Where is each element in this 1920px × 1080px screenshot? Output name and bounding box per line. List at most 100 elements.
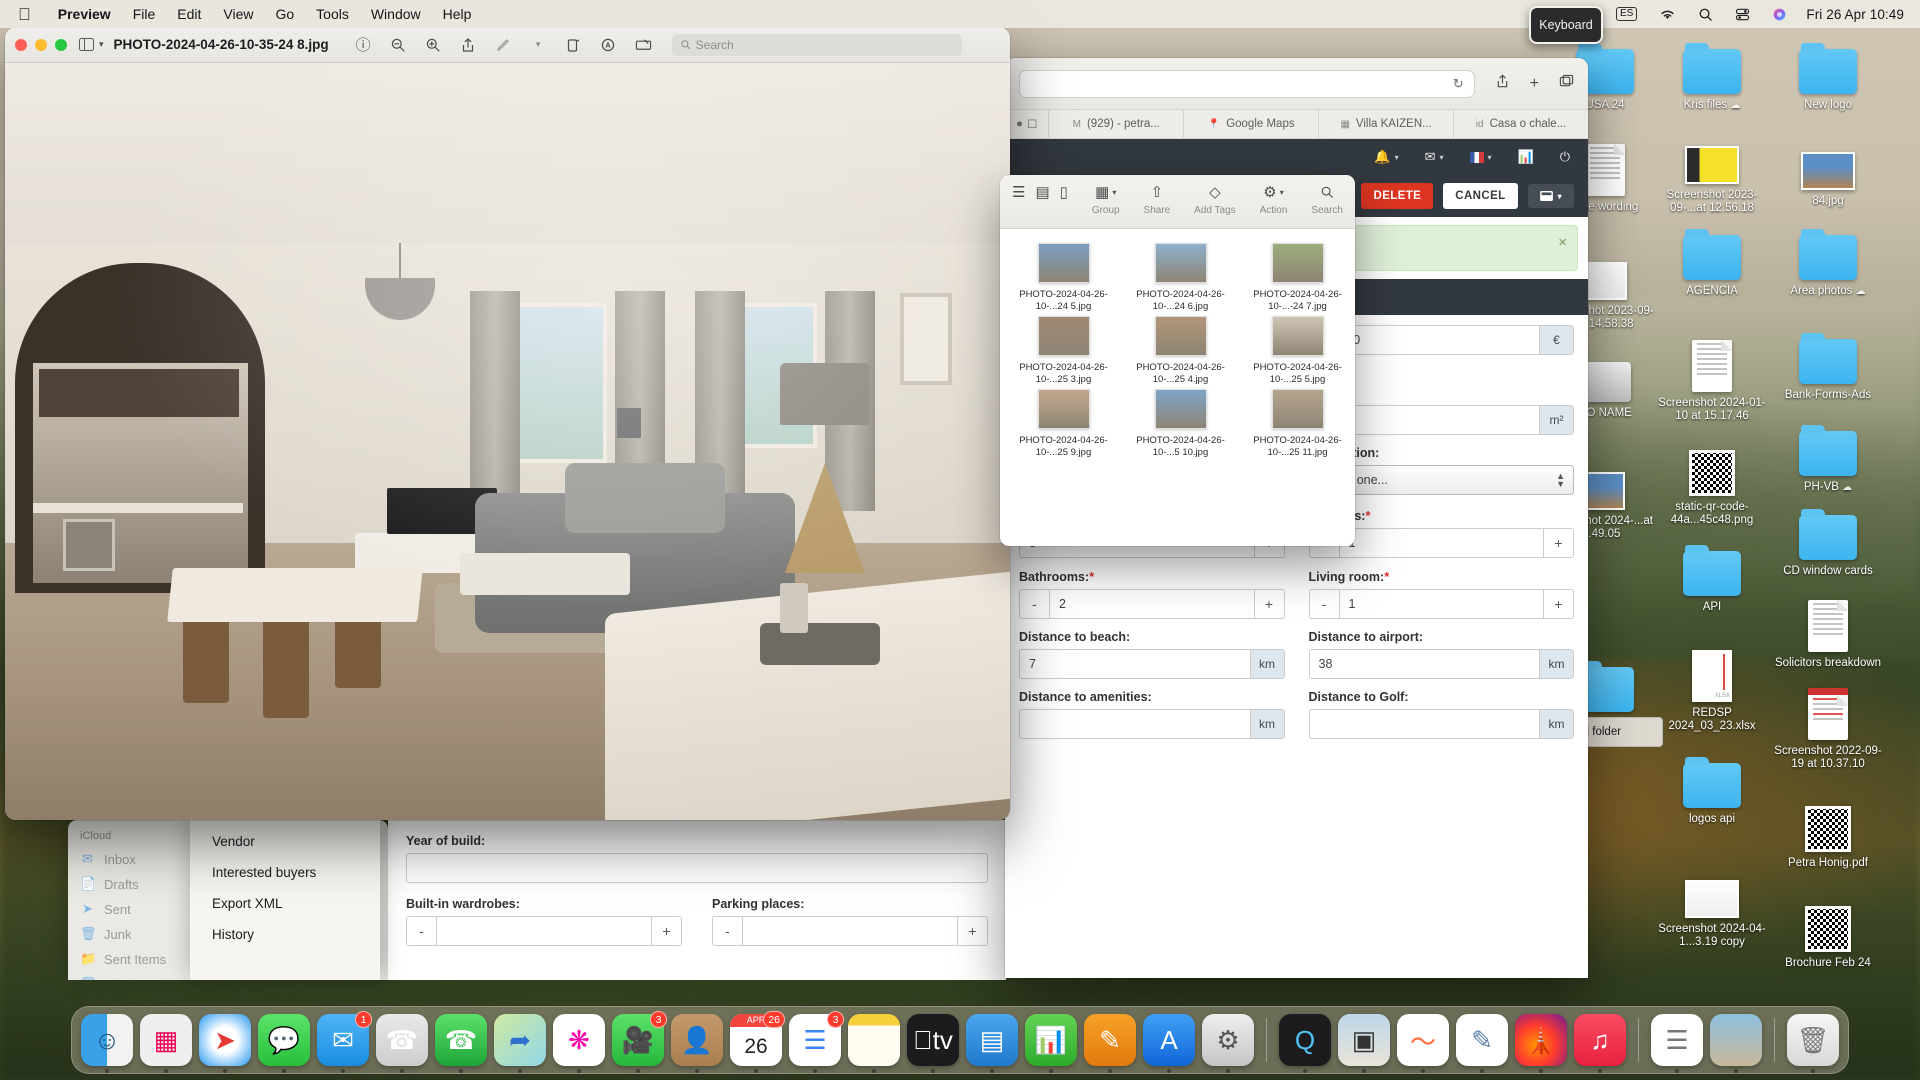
preview-search-input[interactable]: Search bbox=[671, 33, 962, 56]
desktop-icon-api[interactable]: API bbox=[1654, 534, 1770, 614]
desktop-icon-static-qr-code-44a-45c48-png[interactable]: static-qr-code-44a...45c48.png bbox=[1654, 434, 1770, 527]
amenities-input[interactable]: km bbox=[1019, 709, 1285, 740]
desktop-icon-screenshot-2024-04-1-3-19-copy[interactable]: Screenshot 2024-04-1...3.19 copy bbox=[1654, 856, 1770, 949]
desktop-icon-screenshot-2024-01-10-at-15-17-46[interactable]: Screenshot 2024-01-10 at 15.17.46 bbox=[1654, 330, 1770, 423]
dock-item-system-settings[interactable]: ⚙ bbox=[1202, 1014, 1254, 1073]
dock-item-preview[interactable]: ▣ bbox=[1338, 1014, 1390, 1073]
desktop-icon-bank-forms-ads[interactable]: Bank-Forms-Ads bbox=[1770, 322, 1886, 402]
view-controls[interactable]: ☰ ▤ ▯ bbox=[1012, 182, 1068, 202]
power-logout-icon[interactable]: ⏻ bbox=[1560, 149, 1570, 165]
wardrobes-decrement[interactable]: - bbox=[407, 917, 437, 945]
menu-item-preview[interactable]: Preview bbox=[47, 6, 122, 22]
column-view-icon[interactable]: ▤ bbox=[1035, 182, 1049, 202]
context-menu-item-history[interactable]: History bbox=[190, 919, 380, 950]
dock-item-reminders[interactable]: ☰ 3 bbox=[789, 1011, 844, 1073]
preview-photo-canvas[interactable] bbox=[5, 63, 1010, 820]
zoom-in-icon[interactable] bbox=[425, 36, 442, 53]
chevron-down-icon[interactable]: ▾ bbox=[530, 36, 547, 53]
finder-file-item[interactable]: PHOTO-2024-04-26-10-...-24 7.jpg bbox=[1240, 243, 1355, 312]
share-button[interactable]: ⇧ Share bbox=[1144, 182, 1171, 216]
dock-item-document-window[interactable]: ☰ bbox=[1651, 1014, 1703, 1073]
add-tags-button[interactable]: ◇ Add Tags bbox=[1194, 182, 1236, 216]
living-room-increment[interactable]: + bbox=[1543, 590, 1573, 619]
finder-file-item[interactable]: PHOTO-2024-04-26-10-...25 3.jpg bbox=[1006, 316, 1121, 385]
finder-file-item[interactable]: PHOTO-2024-04-26-10-...25 9.jpg bbox=[1006, 389, 1121, 458]
desktop-icon-kris-files[interactable]: Kris files ☁ bbox=[1654, 32, 1770, 112]
group-button[interactable]: ▦ ▾ Group bbox=[1092, 182, 1120, 216]
search-button[interactable]: Search bbox=[1311, 182, 1343, 216]
beach-input[interactable]: 7 km bbox=[1019, 649, 1285, 680]
finder-file-item[interactable]: PHOTO-2024-04-26-10-...24 5.jpg bbox=[1006, 243, 1121, 312]
close-icon[interactable]: × bbox=[1558, 234, 1567, 251]
context-menu-item-interested-buyers[interactable]: Interested buyers bbox=[190, 857, 380, 888]
maximize-button[interactable] bbox=[55, 38, 67, 51]
apple-logo-icon[interactable]:  bbox=[18, 6, 31, 23]
desktop-icon-screenshot-2022-09-19-at-10-37-10[interactable]: Screenshot 2022-09-19 at 10.37.10 bbox=[1770, 678, 1886, 771]
living-room-decrement[interactable]: - bbox=[1309, 590, 1340, 619]
desktop-icon-agencia[interactable]: AGENCIA bbox=[1654, 218, 1770, 298]
finder-open-panel[interactable]: ☰ ▤ ▯ ▦ ▾ Group ⇧ Share ◇ Add Tags ⚙ ▾ Act… bbox=[1000, 175, 1355, 546]
bathrooms-increment[interactable]: + bbox=[1253, 590, 1284, 619]
wardrobes-increment[interactable]: + bbox=[651, 917, 681, 945]
desktop-icon-redsp-2024-03-23-xlsx[interactable]: REDSP 2024_03_23.xlsx bbox=[1654, 640, 1770, 733]
dock-item-photo-window[interactable] bbox=[1710, 1014, 1762, 1073]
minimize-button[interactable] bbox=[35, 38, 47, 51]
tab-google-maps[interactable]: 📍 Google Maps bbox=[1183, 110, 1318, 138]
control-center-icon[interactable] bbox=[1724, 0, 1761, 28]
dock-item-facetime[interactable]: 🎥 3 bbox=[612, 1011, 667, 1073]
parking-stepper[interactable]: - + bbox=[712, 916, 988, 946]
cancel-button[interactable]: CANCEL bbox=[1443, 183, 1518, 209]
airport-input[interactable]: 38 km bbox=[1308, 649, 1574, 680]
reload-icon[interactable]: ↻ bbox=[1453, 76, 1464, 92]
desktop-icon-cd-window-cards[interactable]: CD window cards bbox=[1770, 498, 1886, 578]
wardrobes-stepper[interactable]: - + bbox=[406, 916, 682, 946]
gallery-view-icon[interactable]: ▯ bbox=[1060, 182, 1068, 202]
dock-item-app-store[interactable]: A bbox=[1143, 1014, 1195, 1073]
annotate-icon[interactable] bbox=[600, 36, 617, 53]
dock-item-pages[interactable]: ✎ bbox=[1084, 1014, 1136, 1073]
desktop-icon-ph-vb[interactable]: PH-VB ☁ bbox=[1770, 414, 1886, 494]
dock-item-finder[interactable]: ☺ bbox=[81, 1014, 133, 1073]
menu-item-tools[interactable]: Tools bbox=[305, 6, 360, 22]
wifi-icon[interactable] bbox=[1648, 0, 1687, 28]
menubar-clock[interactable]: Fri 26 Apr 10:49 bbox=[1798, 7, 1904, 22]
living-room-stepper[interactable]: - 1 + bbox=[1308, 589, 1574, 620]
dock-item-textedit[interactable]: ✎ bbox=[1456, 1014, 1508, 1073]
dock-item-maps[interactable]: ➦ bbox=[494, 1014, 546, 1073]
finder-file-item[interactable]: PHOTO-2024-04-26-10-...25 11.jpg bbox=[1240, 389, 1355, 458]
more-menu-button[interactable]: ▾ bbox=[1527, 184, 1574, 208]
rotate-icon[interactable] bbox=[565, 36, 582, 53]
new-tab-icon[interactable]: + bbox=[1530, 75, 1539, 93]
delete-button[interactable]: DELETE bbox=[1361, 183, 1434, 209]
info-icon[interactable]: ⓘ bbox=[355, 36, 372, 54]
dock-item-mail[interactable]: ✉ 1 bbox=[317, 1011, 372, 1073]
stats-chart-icon[interactable]: 📊 bbox=[1518, 149, 1534, 165]
desktop-icon-new-logo[interactable]: New logo bbox=[1770, 32, 1886, 112]
dock-item-music[interactable]: ♫ bbox=[1574, 1014, 1626, 1073]
sidebar-toggle-button[interactable]: ▾ bbox=[79, 38, 104, 51]
desktop-icon-petra-honig-pdf[interactable]: Petra Honig.pdf bbox=[1770, 790, 1886, 870]
close-button[interactable] bbox=[15, 38, 27, 51]
finder-file-item[interactable]: PHOTO-2024-04-26-10-...5 10.jpg bbox=[1123, 389, 1238, 458]
kitchens-increment[interactable]: + bbox=[1543, 529, 1573, 558]
zoom-out-icon[interactable] bbox=[390, 36, 407, 53]
menu-item-help[interactable]: Help bbox=[432, 6, 483, 22]
parking-increment[interactable]: + bbox=[957, 917, 987, 945]
context-menu-item-export-xml[interactable]: Export XML bbox=[190, 888, 380, 919]
spotlight-search-icon[interactable] bbox=[1687, 0, 1724, 28]
desktop-icon-screenshot-2023-09-at-12-56-18[interactable]: Screenshot 2023-09-...at 12.56.18 bbox=[1654, 122, 1770, 215]
dock-item-quicktime-player[interactable]: Q bbox=[1279, 1014, 1331, 1073]
desktop-icon-solicitors-breakdown[interactable]: Solicitors breakdown bbox=[1770, 590, 1886, 670]
dock-item-whatsapp[interactable]: ☎ bbox=[435, 1014, 487, 1073]
year-of-build-input[interactable] bbox=[406, 853, 988, 883]
desktop-icon-logos-api[interactable]: logos api bbox=[1654, 746, 1770, 826]
language-flag[interactable]: ▾ bbox=[1469, 151, 1492, 163]
dock-item-freeform[interactable]: 〜 bbox=[1397, 1014, 1449, 1073]
favicon-cluster[interactable]: ● ☐ bbox=[1005, 117, 1048, 131]
bathrooms-stepper[interactable]: - 2 + bbox=[1019, 589, 1285, 620]
finder-file-item[interactable]: PHOTO-2024-04-26-10-...25 4.jpg bbox=[1123, 316, 1238, 385]
tab-villa-kaizen[interactable]: ▦ Villa KAIZEN... bbox=[1318, 110, 1453, 138]
context-menu-item-vendor[interactable]: Vendor bbox=[190, 826, 380, 857]
dock-item-contacts[interactable]: 👤 bbox=[671, 1014, 723, 1073]
crm-context-menu[interactable]: Vendor Interested buyers Export XML History bbox=[190, 820, 380, 980]
